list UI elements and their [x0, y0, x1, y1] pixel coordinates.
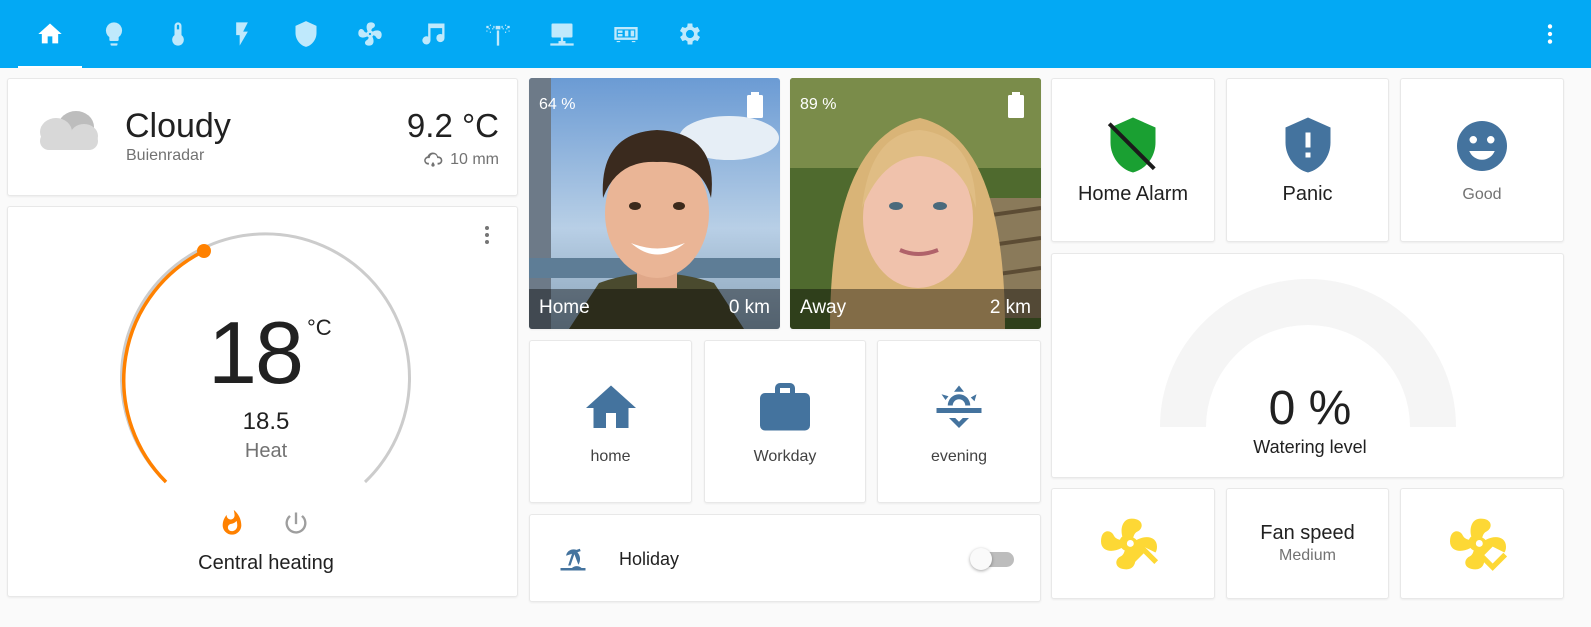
fan-chevron-down-icon	[1450, 518, 1508, 571]
person-distance: 2 km	[989, 297, 1031, 318]
tab-music[interactable]	[402, 0, 466, 68]
power-icon[interactable]	[282, 509, 310, 537]
tab-fans[interactable]	[338, 0, 402, 68]
hvac-mode: Heat	[244, 440, 288, 462]
person-state: Home	[539, 297, 590, 318]
tab-network[interactable]	[530, 0, 594, 68]
shield-alert-icon	[1285, 117, 1330, 172]
sunset-icon	[936, 385, 982, 428]
temperature-unit: °C	[307, 315, 332, 340]
fan-speed-up-button[interactable]	[1051, 488, 1215, 599]
gear-icon	[679, 23, 701, 45]
tab-home[interactable]	[18, 0, 82, 68]
cloudy-icon	[40, 111, 98, 150]
battery-percentage: 64 %	[539, 96, 576, 113]
person-footer: Away 2 km	[790, 289, 1041, 329]
sprinkler-icon	[486, 24, 510, 46]
dial-handle	[197, 244, 211, 258]
target-temperature: 18	[208, 303, 304, 402]
flash-icon	[236, 22, 248, 46]
panic-button[interactable]: Panic	[1226, 78, 1389, 242]
tab-irrigation[interactable]	[466, 0, 530, 68]
watering-gauge-card[interactable]: 0 % Watering level	[1051, 253, 1564, 478]
panic-label: Panic	[1282, 182, 1333, 205]
network-icon	[550, 23, 574, 46]
mood-label: Good	[1462, 186, 1502, 203]
person-distance: 0 km	[728, 297, 770, 318]
home-icon	[38, 23, 62, 44]
holiday-toggle[interactable]	[970, 548, 1016, 570]
shield-icon	[295, 21, 317, 47]
receiver-icon	[614, 27, 638, 43]
emoticon-happy-icon	[1457, 121, 1507, 171]
battery-percentage: 89 %	[800, 96, 837, 113]
shield-off-icon	[1107, 117, 1156, 172]
music-note-icon	[422, 23, 445, 45]
mood-button[interactable]: Good	[1400, 78, 1564, 242]
person-footer: Home 0 km	[529, 289, 780, 329]
weather-condition: Cloudy	[125, 107, 231, 145]
battery-icon	[1008, 92, 1024, 118]
top-app-bar	[0, 0, 1591, 68]
watering-value: 0 %	[1268, 382, 1352, 435]
dots-vertical-icon	[1547, 24, 1553, 44]
watering-label: Watering level	[1253, 437, 1367, 457]
tab-climate[interactable]	[146, 0, 210, 68]
toggle-knob	[970, 548, 992, 570]
tab-media[interactable]	[594, 0, 658, 68]
lightbulb-icon	[105, 22, 123, 46]
holiday-label: Holiday	[619, 549, 680, 569]
tab-lights[interactable]	[82, 0, 146, 68]
beach-icon	[560, 548, 586, 571]
fan-speed-title: Fan speed	[1260, 522, 1355, 544]
home-alarm-label: Home Alarm	[1077, 182, 1189, 205]
overflow-menu-button[interactable]	[1533, 17, 1567, 51]
thermostat-card: 18 °C 18.5 Heat Central heating	[7, 206, 518, 597]
fire-icon[interactable]	[218, 509, 246, 537]
weather-source: Buienradar	[126, 147, 205, 164]
battery-icon	[747, 92, 763, 118]
fan-chevron-up-icon	[1101, 518, 1159, 569]
briefcase-icon	[760, 382, 810, 430]
person-card-2[interactable]: 89 % Away 2 km	[790, 78, 1041, 329]
rain-cloud-icon	[424, 152, 443, 167]
mode-button-label: Workday	[753, 447, 817, 465]
fan-speed-display: Fan speed Medium	[1226, 488, 1389, 599]
weather-temperature: 9.2 °C	[406, 107, 499, 144]
home-alarm-button[interactable]: Home Alarm	[1051, 78, 1215, 242]
fan-speed-value: Medium	[1279, 547, 1336, 564]
weather-precipitation: 10 mm	[422, 149, 499, 171]
current-temperature: 18.5	[242, 408, 290, 435]
thermostat-name: Central heating	[198, 552, 334, 574]
tab-energy[interactable]	[210, 0, 274, 68]
mode-button-home[interactable]: home	[529, 340, 692, 503]
mode-button-evening[interactable]: evening	[877, 340, 1041, 503]
person-state: Away	[800, 297, 847, 318]
home-icon	[585, 385, 636, 428]
weather-card[interactable]: Cloudy Buienradar 9.2 °C 10 mm	[7, 78, 518, 196]
mode-button-label: home	[590, 447, 631, 465]
tab-security[interactable]	[274, 0, 338, 68]
thermometer-icon	[172, 22, 184, 46]
mode-button-label: evening	[930, 447, 988, 465]
tab-settings[interactable]	[658, 0, 722, 68]
mode-button-workday[interactable]: Workday	[704, 340, 866, 503]
holiday-row: Holiday	[529, 514, 1041, 602]
person-card-1[interactable]: 64 % Home 0 km	[529, 78, 780, 329]
precipitation-value: 10 mm	[450, 151, 499, 168]
fan-speed-down-button[interactable]	[1400, 488, 1564, 599]
fan-icon	[358, 22, 382, 46]
